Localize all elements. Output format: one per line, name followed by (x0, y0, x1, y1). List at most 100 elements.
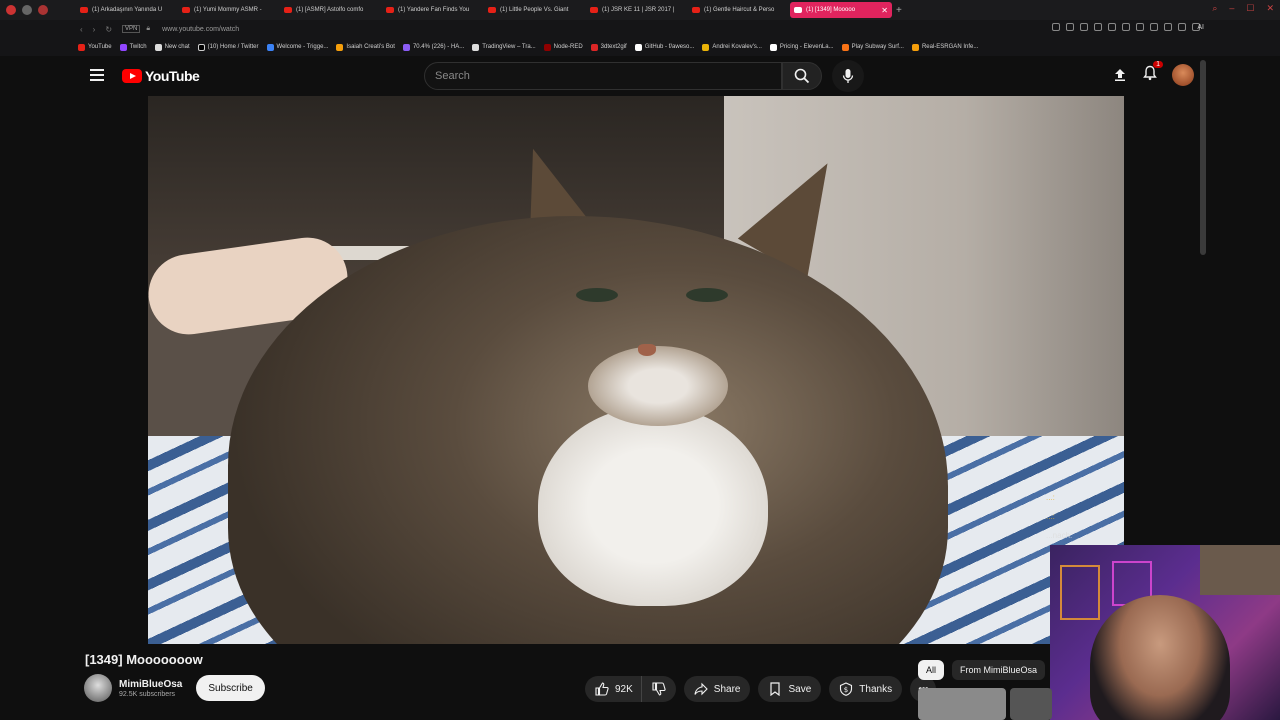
share-button[interactable]: Share (683, 676, 751, 702)
browser-tab[interactable]: (1) Yandere Fan Finds You (382, 2, 484, 18)
notification-badge: 1 (1153, 60, 1163, 68)
snapshot-icon[interactable] (1080, 23, 1088, 31)
like-button[interactable]: 92K (585, 676, 641, 702)
minimize-icon[interactable]: – (1229, 3, 1234, 14)
bookmark-label: Node-RED (553, 44, 583, 50)
page-icon (702, 43, 710, 51)
subscriber-count: 92.5K subscribers (119, 690, 176, 698)
search-button[interactable] (782, 62, 822, 90)
tab-label: (1) Arkadaşının Yanında U (92, 7, 163, 13)
browser-tab[interactable]: (1) Yumi Mommy ASMR - (178, 2, 280, 18)
microphone-icon (842, 69, 854, 83)
zoom-icon[interactable] (1052, 23, 1060, 31)
tab-snooze-icon[interactable] (38, 5, 48, 15)
extension-icon[interactable] (1164, 23, 1172, 31)
page-scrollbar[interactable] (1200, 60, 1206, 255)
browser-tab[interactable]: (1) Arkadaşının Yanında U (76, 2, 178, 18)
save-label: Save (788, 683, 812, 695)
wall-frame (1060, 565, 1100, 620)
send-icon[interactable] (1108, 23, 1116, 31)
back-icon[interactable]: ‹ (80, 25, 83, 34)
tab-label: (1) Yumi Mommy ASMR - (194, 7, 262, 13)
page-icon (402, 43, 410, 51)
browser-tab[interactable]: (1) JSR KE 11 | JSR 2017 | (586, 2, 688, 18)
channel-avatar[interactable] (84, 674, 112, 702)
bookmark-item[interactable]: Play Subway Surf... (841, 43, 904, 51)
bookmark-item[interactable]: 3dtext2gif (590, 43, 627, 51)
new-tab-icon[interactable]: + (896, 5, 902, 16)
opera-icon[interactable] (6, 5, 16, 15)
chatgpt-icon (154, 43, 162, 51)
browser-tab[interactable]: (1) Gentle Haircut & Perso (688, 2, 790, 18)
bookmark-item[interactable]: 70.4% (226) - HA... (402, 43, 464, 51)
video-player[interactable] (148, 96, 1124, 644)
shield-icon[interactable] (1094, 23, 1102, 31)
thanks-label: Thanks (859, 683, 893, 695)
bookmark-item[interactable]: New chat (154, 43, 190, 51)
chip-all[interactable]: All (918, 660, 945, 680)
save-button[interactable]: Save (758, 676, 822, 702)
menu-icon[interactable] (90, 69, 104, 84)
video-actions: 92K Share Save $ Thanks ••• (585, 676, 937, 702)
ai-button[interactable]: AI (1197, 24, 1204, 31)
reload-icon[interactable]: ↻ (105, 25, 112, 34)
tab-label: (1) [1349] Mooooo (806, 7, 856, 13)
account-avatar[interactable] (1172, 64, 1194, 86)
bookmark-label: YouTube (88, 44, 112, 50)
browser-tab[interactable]: (1) [ASMR] Astolfo comfo (280, 2, 382, 18)
search-icon (794, 68, 810, 84)
bookmark-item[interactable]: Welcome - Trigge... (266, 43, 329, 51)
youtube-favicon-icon (284, 7, 292, 13)
bookmark-item[interactable]: (10) Home / Twitter (197, 43, 259, 51)
bookmark-label: New chat (164, 44, 190, 50)
notifications-button[interactable]: 1 (1142, 60, 1163, 86)
chat-message: ...: (1046, 512, 1055, 521)
forward-icon[interactable]: › (93, 25, 96, 34)
bookmark-item[interactable]: Real-ESRGAN Infe... (911, 43, 978, 51)
chip-from-channel[interactable]: From MimiBlueOsa (952, 660, 1046, 680)
bookmark-item[interactable]: Andrei Kovalev's... (702, 43, 762, 51)
video-thumbnail[interactable] (1010, 688, 1052, 720)
close-window-icon[interactable]: ✕ (1266, 3, 1274, 14)
thanks-button[interactable]: $ Thanks (829, 676, 903, 702)
search-tabs-icon[interactable]: ⌕ (1212, 3, 1217, 14)
maximize-icon[interactable]: ☐ (1246, 3, 1254, 14)
bookmark-item[interactable]: Pricing - ElevenLa... (769, 43, 834, 51)
bookmark-item[interactable]: Node-RED (543, 43, 583, 51)
voice-search-button[interactable] (832, 60, 864, 92)
heart-icon[interactable] (1122, 23, 1130, 31)
bookmarks-bar: YouTube Twitch New chat (10) Home / Twit… (0, 38, 1280, 56)
workspace-icon[interactable] (22, 5, 32, 15)
search-box[interactable] (424, 62, 782, 90)
url-field[interactable]: www.youtube.com/watch (162, 26, 239, 33)
heart-icon (590, 43, 598, 51)
close-tab-icon[interactable]: ✕ (881, 6, 888, 15)
bookmark-item[interactable]: TradingView – Tra... (472, 43, 536, 51)
bookmark-label: Twitch (129, 44, 147, 50)
extension-icon[interactable] (1178, 23, 1186, 31)
browser-tab-active[interactable]: (1) [1349] Mooooo ✕ (790, 2, 892, 18)
upload-icon[interactable] (1112, 67, 1128, 83)
address-bar: ‹ › ↻ VPN 🔒︎ www.youtube.com/watch AI (0, 20, 1280, 38)
bookmark-item[interactable]: Twitch (119, 43, 147, 51)
bookmark-item[interactable]: Isaiah Creati's Bot (336, 43, 395, 51)
bookmark-label: Play Subway Surf... (851, 44, 904, 50)
lock-icon[interactable]: 🔒︎ (146, 25, 150, 33)
search-input[interactable] (425, 63, 781, 89)
dislike-button[interactable] (640, 676, 676, 702)
channel-name[interactable]: MimiBlueOsa (119, 679, 182, 690)
vpn-badge[interactable]: VPN (122, 25, 141, 33)
bookmark-item[interactable]: YouTube (78, 43, 112, 51)
extension-icon[interactable] (1150, 23, 1158, 31)
tradingview-icon (472, 43, 480, 51)
bookmark-label: Welcome - Trigge... (276, 44, 329, 50)
extension-icon[interactable] (1136, 23, 1144, 31)
bookmark-icon[interactable] (1066, 23, 1074, 31)
youtube-logo[interactable]: YouTube (122, 68, 200, 84)
share-label: Share (713, 683, 741, 695)
browser-tab[interactable]: (1) Little People Vs. Giant (484, 2, 586, 18)
video-thumbnail[interactable] (918, 688, 1006, 720)
subscribe-button[interactable]: Subscribe (196, 675, 265, 701)
bookmark-item[interactable]: GitHub - f/aweso... (634, 43, 694, 51)
tab-label: (1) [ASMR] Astolfo comfo (296, 7, 364, 13)
